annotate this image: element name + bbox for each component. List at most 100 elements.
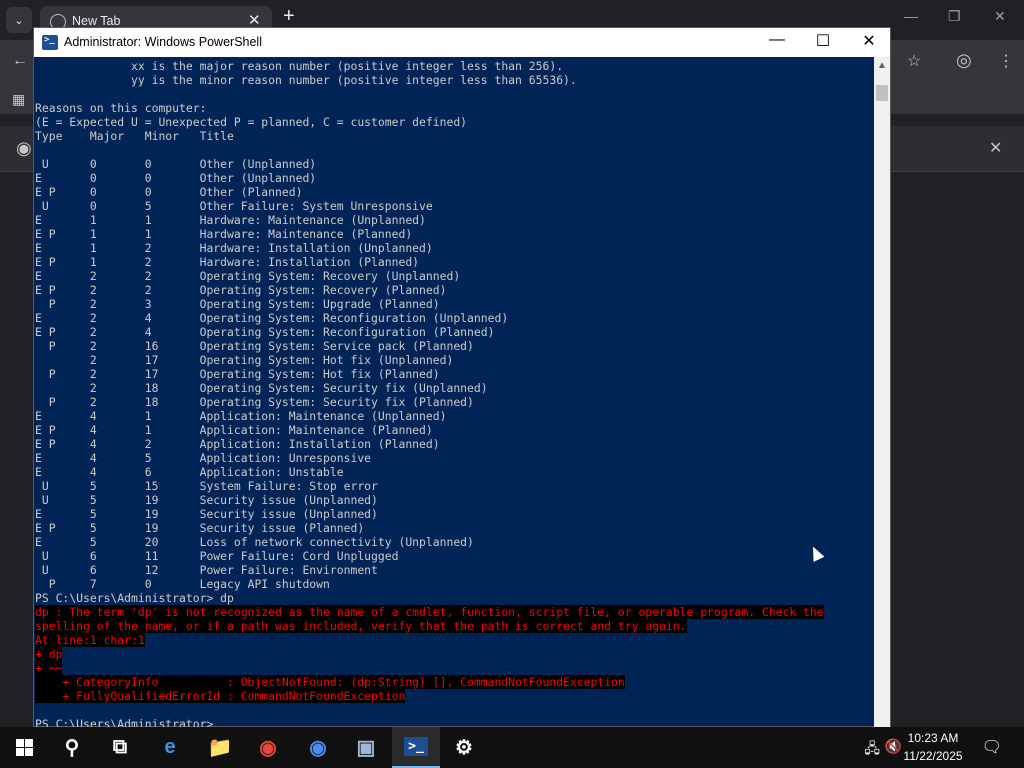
console-line: E 4 6 Application: Unstable	[35, 465, 824, 479]
console-line-text: P 2 17 Operating System: Hot fix (Planne…	[35, 367, 440, 381]
console-line-text: E 2 4 Operating System: Reconfiguration …	[35, 311, 509, 325]
console-line: E 5 19 Security issue (Unplanned)	[35, 507, 824, 521]
scrollbar[interactable]: ▲	[874, 57, 890, 728]
console-line: E 4 1 Application: Maintenance (Unplanne…	[35, 409, 824, 423]
console-line: P 2 18 Operating System: Security fix (P…	[35, 395, 824, 409]
scroll-thumb[interactable]	[876, 85, 888, 101]
chromium-app[interactable]: ◉	[294, 727, 342, 768]
console-line-text: 2 17 Operating System: Hot fix (Unplanne…	[35, 353, 454, 367]
scroll-up-icon[interactable]: ▲	[877, 60, 887, 71]
console-line-text: + FullyQualifiedErrorId : CommandNotFoun…	[35, 689, 406, 703]
chrome-app[interactable]: ◉	[244, 727, 292, 768]
console-line-text: Type Major Minor Title	[35, 129, 234, 143]
minimize-button[interactable]: —	[762, 31, 792, 49]
powershell-titlebar[interactable]: Administrator: Windows PowerShell — ☐ ✕	[34, 28, 890, 57]
profile-icon[interactable]: ◎	[956, 50, 972, 71]
new-tab-button[interactable]: +	[283, 5, 295, 28]
console-line: E P 4 1 Application: Maintenance (Planne…	[35, 423, 824, 437]
console-line: PS C:\Users\Administrator> dp	[35, 591, 824, 605]
console-line: U 0 5 Other Failure: System Unresponsive	[35, 199, 824, 213]
error-line: dp : The term 'dp' is not recognized as …	[35, 605, 824, 619]
powershell-window[interactable]: Administrator: Windows PowerShell — ☐ ✕ …	[33, 27, 891, 728]
console-line: E P 1 1 Hardware: Maintenance (Planned)	[35, 227, 824, 241]
infobar-close-icon[interactable]: ✕	[989, 138, 1002, 158]
console-line: U 6 11 Power Failure: Cord Unplugged	[35, 549, 824, 563]
console-line: 2 18 Operating System: Security fix (Unp…	[35, 381, 824, 395]
error-line: + dp	[35, 647, 824, 661]
console-line-text: U 6 11 Power Failure: Cord Unplugged	[35, 549, 399, 563]
tab-search-button[interactable]: ⌄	[6, 7, 32, 33]
window-title: Administrator: Windows PowerShell	[64, 35, 262, 49]
network-icon[interactable]: 🖧	[864, 738, 880, 762]
console-line-text: E 4 5 Application: Unresponsive	[35, 451, 372, 465]
back-icon[interactable]: ←	[12, 52, 28, 70]
maximize-button[interactable]: ☐	[808, 31, 838, 51]
console-line: xx is the major reason number (positive …	[35, 59, 824, 73]
console-line-text: E 4 6 Application: Unstable	[35, 465, 344, 479]
notifications-icon[interactable]: 🗨	[982, 737, 1002, 757]
edge-app[interactable]: e	[146, 727, 194, 768]
console-line-text: + ~~	[35, 661, 63, 675]
console-line: U 5 15 System Failure: Stop error	[35, 479, 824, 493]
console-line-text: Reasons on this computer:	[35, 101, 207, 115]
close-icon[interactable]: ✕	[994, 8, 1006, 25]
edge-icon: e	[164, 736, 176, 758]
console-line-text: + CategoryInfo : ObjectNotFound: (dp:Str…	[35, 675, 625, 689]
chromium-icon: ◉	[309, 737, 327, 759]
apps-grid-icon[interactable]: ▦	[12, 91, 25, 108]
powershell-app[interactable]: >_	[392, 727, 440, 768]
task-view-button[interactable]: ⧉	[96, 727, 144, 768]
clock-date[interactable]: 11/22/2025	[898, 749, 968, 763]
console-line: U 6 12 Power Failure: Environment	[35, 563, 824, 577]
minimize-icon[interactable]: —	[904, 8, 918, 24]
server-manager-app[interactable]: ▣	[342, 727, 390, 768]
folder-icon: 📁	[207, 737, 233, 759]
console-line-text: P 2 16 Operating System: Service pack (P…	[35, 339, 474, 353]
console-line: U 5 19 Security issue (Unplanned)	[35, 493, 824, 507]
error-line: + CategoryInfo : ObjectNotFound: (dp:Str…	[35, 675, 824, 689]
file-explorer-app[interactable]: 📁	[196, 727, 244, 768]
clock-time[interactable]: 10:23 AM	[898, 731, 968, 745]
console-line: Type Major Minor Title	[35, 129, 824, 143]
console-line-text: E 1 2 Hardware: Installation (Unplanned)	[35, 241, 433, 255]
console-line-text: P 7 0 Legacy API shutdown	[35, 577, 330, 591]
settings-app[interactable]: ⚙	[440, 727, 488, 768]
console-line: E P 4 2 Application: Installation (Plann…	[35, 437, 824, 451]
console-line: E 0 0 Other (Unplanned)	[35, 171, 824, 185]
taskbar: ⚲ ⧉ e 📁 ◉ ◉ ▣ >_ ⚙ 🖧 🔇 10:23 AM 11/22/2025 🗨	[0, 727, 1024, 768]
server-manager-icon: ▣	[356, 737, 376, 759]
console-line-text: E 5 19 Security issue (Unplanned)	[35, 507, 378, 521]
console-line: U 0 0 Other (Unplanned)	[35, 157, 824, 171]
console-line-text: P 2 3 Operating System: Upgrade (Planned…	[35, 297, 440, 311]
windows-logo-icon	[15, 739, 33, 756]
menu-icon[interactable]: ⋮	[998, 51, 1014, 71]
chrome-logo-icon: ◉	[16, 138, 32, 158]
console-line: E 2 2 Operating System: Recovery (Unplan…	[35, 269, 824, 283]
console-line: (E = Expected U = Unexpected P = planned…	[35, 115, 824, 129]
console-line: P 2 16 Operating System: Service pack (P…	[35, 339, 824, 353]
console-line-text: yy is the minor reason number (positive …	[35, 73, 577, 87]
console-line-text: U 0 5 Other Failure: System Unresponsive	[35, 199, 433, 213]
console-line-text: E P 4 1 Application: Maintenance (Planne…	[35, 423, 433, 437]
console-line: E 5 20 Loss of network connectivity (Unp…	[35, 535, 824, 549]
search-button[interactable]: ⚲	[48, 727, 96, 768]
close-button[interactable]: ✕	[854, 31, 884, 51]
console-line: Reasons on this computer:	[35, 101, 824, 115]
console-line-text: E P 1 2 Hardware: Installation (Planned)	[35, 255, 420, 269]
star-icon[interactable]: ☆	[907, 51, 921, 71]
console-line-text: E P 0 0 Other (Planned)	[35, 185, 303, 199]
console-line-text: + dp	[35, 647, 63, 661]
restore-icon[interactable]: ❐	[948, 8, 961, 25]
console-line: yy is the minor reason number (positive …	[35, 73, 824, 87]
console-line-text: U 5 19 Security issue (Unplanned)	[35, 493, 378, 507]
console-line: E P 0 0 Other (Planned)	[35, 185, 824, 199]
console-line: P 7 0 Legacy API shutdown	[35, 577, 824, 591]
powershell-icon: >_	[404, 737, 428, 756]
console-line: E P 1 2 Hardware: Installation (Planned)	[35, 255, 824, 269]
start-button[interactable]	[0, 727, 48, 768]
console-output[interactable]: xx is the major reason number (positive …	[34, 57, 874, 728]
console-line-text: E 4 1 Application: Maintenance (Unplanne…	[35, 409, 447, 423]
console-line-text: P 2 18 Operating System: Security fix (P…	[35, 395, 474, 409]
